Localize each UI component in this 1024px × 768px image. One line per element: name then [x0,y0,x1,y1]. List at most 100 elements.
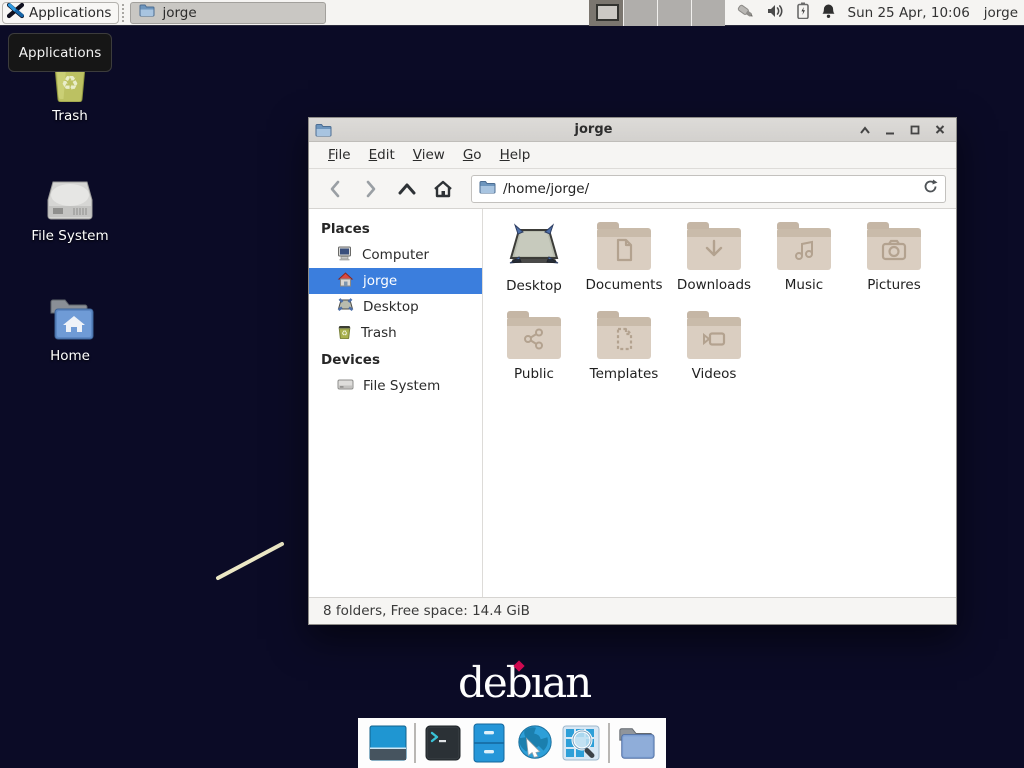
sidebar-item-file-system[interactable]: File System [309,373,482,399]
toolbar: /home/jorge/ [309,169,956,209]
window-title: jorge [333,122,854,137]
file-item-pictures[interactable]: Pictures [849,221,939,294]
menu-go[interactable]: Go [456,144,489,166]
app-finder-icon[interactable] [561,723,601,763]
terminal-icon[interactable] [423,723,463,763]
maximize-button[interactable] [904,121,925,139]
menu-view[interactable]: View [406,144,452,166]
panel-grip-handle[interactable] [122,4,127,22]
sidebar: Places Computer [309,209,483,597]
file-label: Documents [586,277,663,293]
workspace-3[interactable] [657,0,691,26]
file-item-templates[interactable]: Templates [579,310,669,382]
file-label: Videos [692,366,737,382]
file-item-videos[interactable]: Videos [669,310,759,382]
sidebar-item-label: File System [363,378,440,394]
desktop-mini-icon [337,298,354,316]
sidebar-item-label: jorge [363,273,397,289]
panel-username[interactable]: jorge [984,5,1018,21]
workspace-4[interactable] [691,0,725,26]
path-input[interactable]: /home/jorge/ [503,181,916,197]
file-manager-window: jorge File Edit View Go Help [308,117,957,625]
close-button[interactable] [929,121,950,139]
panel-clock[interactable]: Sun 25 Apr, 10:06 [848,5,970,21]
folder-icon [597,317,651,359]
reload-icon[interactable] [923,179,938,198]
xfce-logo-icon [7,2,24,23]
notification-bell-icon[interactable] [821,3,836,23]
debian-logo: debıan [458,660,590,706]
menu-file[interactable]: File [321,144,358,166]
file-item-public[interactable]: Public [489,310,579,382]
hard-drive-icon [22,170,118,222]
desktop-icon-label: File System [22,228,118,244]
home-folder-icon [22,290,118,342]
workspace-1[interactable] [589,0,623,26]
sidebar-item-computer[interactable]: Computer [309,242,482,268]
up-button[interactable] [391,175,423,203]
sidebar-item-trash[interactable]: ♻ Trash [309,320,482,346]
sidebar-item-jorge[interactable]: jorge [309,268,482,294]
volume-icon[interactable] [767,3,785,23]
applications-menu-button[interactable]: Applications [2,2,119,24]
sidebar-header-devices: Devices [309,346,482,373]
sidebar-item-desktop[interactable]: Desktop [309,294,482,320]
trash-mini-icon: ♻ [337,324,352,343]
top-panel: Applications jorge [0,0,1024,26]
folder-icon [867,228,921,270]
menu-edit[interactable]: Edit [362,144,402,166]
folder-icon [777,228,831,270]
desktop-icon-label: Home [22,348,118,364]
taskbar-window-button[interactable]: jorge [130,2,326,24]
titlebar[interactable]: jorge [309,118,956,142]
drive-mini-icon [337,378,354,395]
battery-icon[interactable] [797,2,809,23]
file-item-documents[interactable]: Documents [579,221,669,294]
web-browser-globe-icon[interactable] [515,723,555,763]
forward-button[interactable] [355,175,387,203]
folder-icon [597,228,651,270]
desktop-icon-home[interactable]: Home [22,290,118,364]
file-item-music[interactable]: Music [759,221,849,294]
applications-menu-label: Applications [29,5,111,21]
window-icon-folder [315,123,333,137]
back-button[interactable] [319,175,351,203]
path-bar[interactable]: /home/jorge/ [471,175,946,203]
applications-tooltip: Applications [8,33,112,72]
statusbar-text: 8 folders, Free space: 14.4 GiB [323,603,530,619]
desktop-icon-label: Trash [22,108,118,124]
computer-icon [337,246,353,265]
file-label: Desktop [506,278,562,294]
window-folder-icon [139,4,155,21]
sidebar-item-label: Computer [362,247,429,263]
workspace-switcher [589,0,725,26]
menu-help[interactable]: Help [493,144,538,166]
home-button[interactable] [427,175,459,203]
workspace-2[interactable] [623,0,657,26]
dock-separator [608,723,610,763]
file-label: Downloads [677,277,751,293]
shade-button[interactable] [854,121,875,139]
file-cabinet-icon[interactable] [469,723,509,763]
file-label: Pictures [867,277,920,293]
file-label: Public [514,366,554,382]
minimize-button[interactable] [879,121,900,139]
show-desktop-icon[interactable] [368,723,408,763]
file-item-downloads[interactable]: Downloads [669,221,759,294]
workspace-window-miniature [596,4,619,21]
file-manager-folder-icon[interactable] [616,723,656,763]
sidebar-item-label: Desktop [363,299,419,315]
file-item-desktop[interactable]: Desktop [489,221,579,294]
stylus-pen-icon[interactable] [735,2,755,24]
folder-icon [687,228,741,270]
svg-text:♻: ♻ [61,71,79,95]
sidebar-item-label: Trash [361,325,397,341]
folder-icon [687,317,741,359]
desktop-special-icon [506,221,562,271]
statusbar: 8 folders, Free space: 14.4 GiB [309,597,956,624]
file-label: Templates [590,366,659,382]
svg-text:♻: ♻ [341,329,347,337]
file-view[interactable]: Desktop Documents Downloads [483,209,956,597]
desktop-icon-file-system[interactable]: File System [22,170,118,244]
taskbar-window-label: jorge [162,5,196,21]
